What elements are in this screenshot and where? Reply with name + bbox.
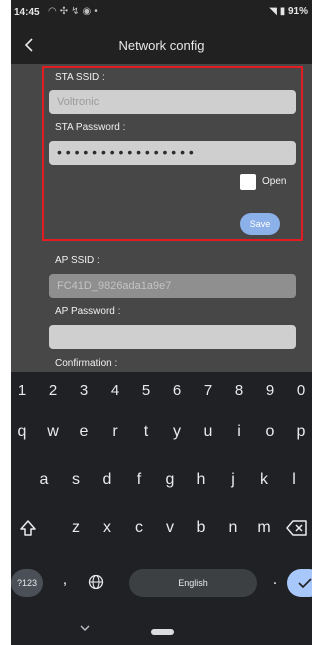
enter-key[interactable] <box>287 569 312 597</box>
key-e[interactable]: e <box>71 417 97 447</box>
ap-password-input[interactable] <box>49 325 296 349</box>
comma-key[interactable]: , <box>52 565 78 595</box>
space-key[interactable]: English <box>129 569 257 597</box>
key-x[interactable]: x <box>94 513 120 543</box>
key-9[interactable]: 9 <box>257 376 283 406</box>
key-1[interactable]: 1 <box>11 376 35 406</box>
ap-password-label: AP Password : <box>55 306 121 317</box>
key-3[interactable]: 3 <box>71 376 97 406</box>
number-row: 1 2 3 4 5 6 7 8 9 0 <box>11 376 312 406</box>
key-g[interactable]: g <box>157 465 183 495</box>
letter-row-1: q w e r t y u i o p <box>11 417 312 447</box>
shift-key[interactable] <box>15 513 41 543</box>
hide-keyboard-button[interactable] <box>77 621 93 635</box>
letter-row-3: z x c v b n m <box>11 513 312 543</box>
status-notification-icons: ◠✣↯◉• <box>48 6 101 17</box>
save-button[interactable]: Save <box>240 213 280 235</box>
dnd-icon: ✣ <box>59 6 72 17</box>
key-a[interactable]: a <box>31 465 57 495</box>
key-y[interactable]: y <box>164 417 190 447</box>
key-6[interactable]: 6 <box>164 376 190 406</box>
key-h[interactable]: h <box>188 465 214 495</box>
key-c[interactable]: c <box>126 513 152 543</box>
missed-call-icon: ↯ <box>71 6 83 17</box>
key-2[interactable]: 2 <box>40 376 66 406</box>
period-key[interactable]: . <box>262 565 288 595</box>
wifi-icon: ◠ <box>48 6 60 17</box>
battery-icon: ▮ <box>279 6 286 17</box>
key-0[interactable]: 0 <box>288 376 312 406</box>
sta-ssid-label: STA SSID : <box>55 72 105 83</box>
key-q[interactable]: q <box>11 417 35 447</box>
key-p[interactable]: p <box>288 417 312 447</box>
globe-icon <box>88 574 104 590</box>
confirmation-label: Confirmation : <box>55 358 118 369</box>
home-handle[interactable] <box>151 629 174 635</box>
sta-password-label: STA Password : <box>55 122 126 133</box>
key-d[interactable]: d <box>94 465 120 495</box>
key-b[interactable]: b <box>188 513 214 543</box>
key-j[interactable]: j <box>220 465 246 495</box>
sta-ssid-input[interactable]: Voltronic <box>49 90 296 114</box>
key-o[interactable]: o <box>257 417 283 447</box>
status-right: ◥ ▮ 91% <box>269 6 308 17</box>
on-screen-keyboard: 1 2 3 4 5 6 7 8 9 0 q w e r t y u i o p … <box>11 372 312 645</box>
language-key[interactable] <box>83 568 109 598</box>
page-title: Network config <box>118 38 205 53</box>
letter-row-2: a s d f g h j k l <box>11 465 312 495</box>
chevron-down-icon <box>80 625 90 631</box>
key-4[interactable]: 4 <box>102 376 128 406</box>
key-u[interactable]: u <box>195 417 221 447</box>
key-l[interactable]: l <box>281 465 307 495</box>
open-label: Open <box>262 176 287 187</box>
ap-ssid-label: AP SSID : <box>55 255 100 266</box>
key-8[interactable]: 8 <box>226 376 252 406</box>
key-v[interactable]: v <box>157 513 183 543</box>
key-w[interactable]: w <box>40 417 66 447</box>
key-7[interactable]: 7 <box>195 376 221 406</box>
key-k[interactable]: k <box>251 465 277 495</box>
open-checkbox[interactable] <box>240 174 256 190</box>
wifi-signal-icon: ◥ <box>269 6 277 17</box>
bottom-row: ?123 , English . <box>11 569 312 599</box>
key-z[interactable]: z <box>63 513 89 543</box>
status-time: 14:45 <box>14 7 40 18</box>
key-m[interactable]: m <box>251 513 277 543</box>
system-nav-bar <box>11 615 312 645</box>
key-f[interactable]: f <box>126 465 152 495</box>
key-r[interactable]: r <box>102 417 128 447</box>
app-header: Network config <box>11 28 312 64</box>
ap-ssid-input[interactable]: FC41D_9826ada1a9e7 <box>49 274 296 298</box>
key-i[interactable]: i <box>226 417 252 447</box>
checkmark-icon <box>298 578 312 589</box>
key-s[interactable]: s <box>63 465 89 495</box>
key-t[interactable]: t <box>133 417 159 447</box>
backspace-key[interactable] <box>284 513 310 543</box>
symbols-key[interactable]: ?123 <box>11 569 43 597</box>
dot-icon: • <box>94 6 101 17</box>
backspace-icon <box>286 520 307 536</box>
key-n[interactable]: n <box>220 513 246 543</box>
key-5[interactable]: 5 <box>133 376 159 406</box>
phone-screen: 14:45 ◠✣↯◉• ◥ ▮ 91% Network config STA S… <box>11 0 312 645</box>
status-bar: 14:45 ◠✣↯◉• ◥ ▮ 91% <box>11 0 312 28</box>
battery-percent: 91% <box>287 6 308 17</box>
chrome-icon: ◉ <box>82 6 95 17</box>
sta-password-input[interactable]: • • • • • • • • • • • • • • • • <box>49 141 296 165</box>
network-config-form: STA SSID : Voltronic STA Password : • • … <box>11 64 312 372</box>
shift-icon <box>20 520 36 536</box>
